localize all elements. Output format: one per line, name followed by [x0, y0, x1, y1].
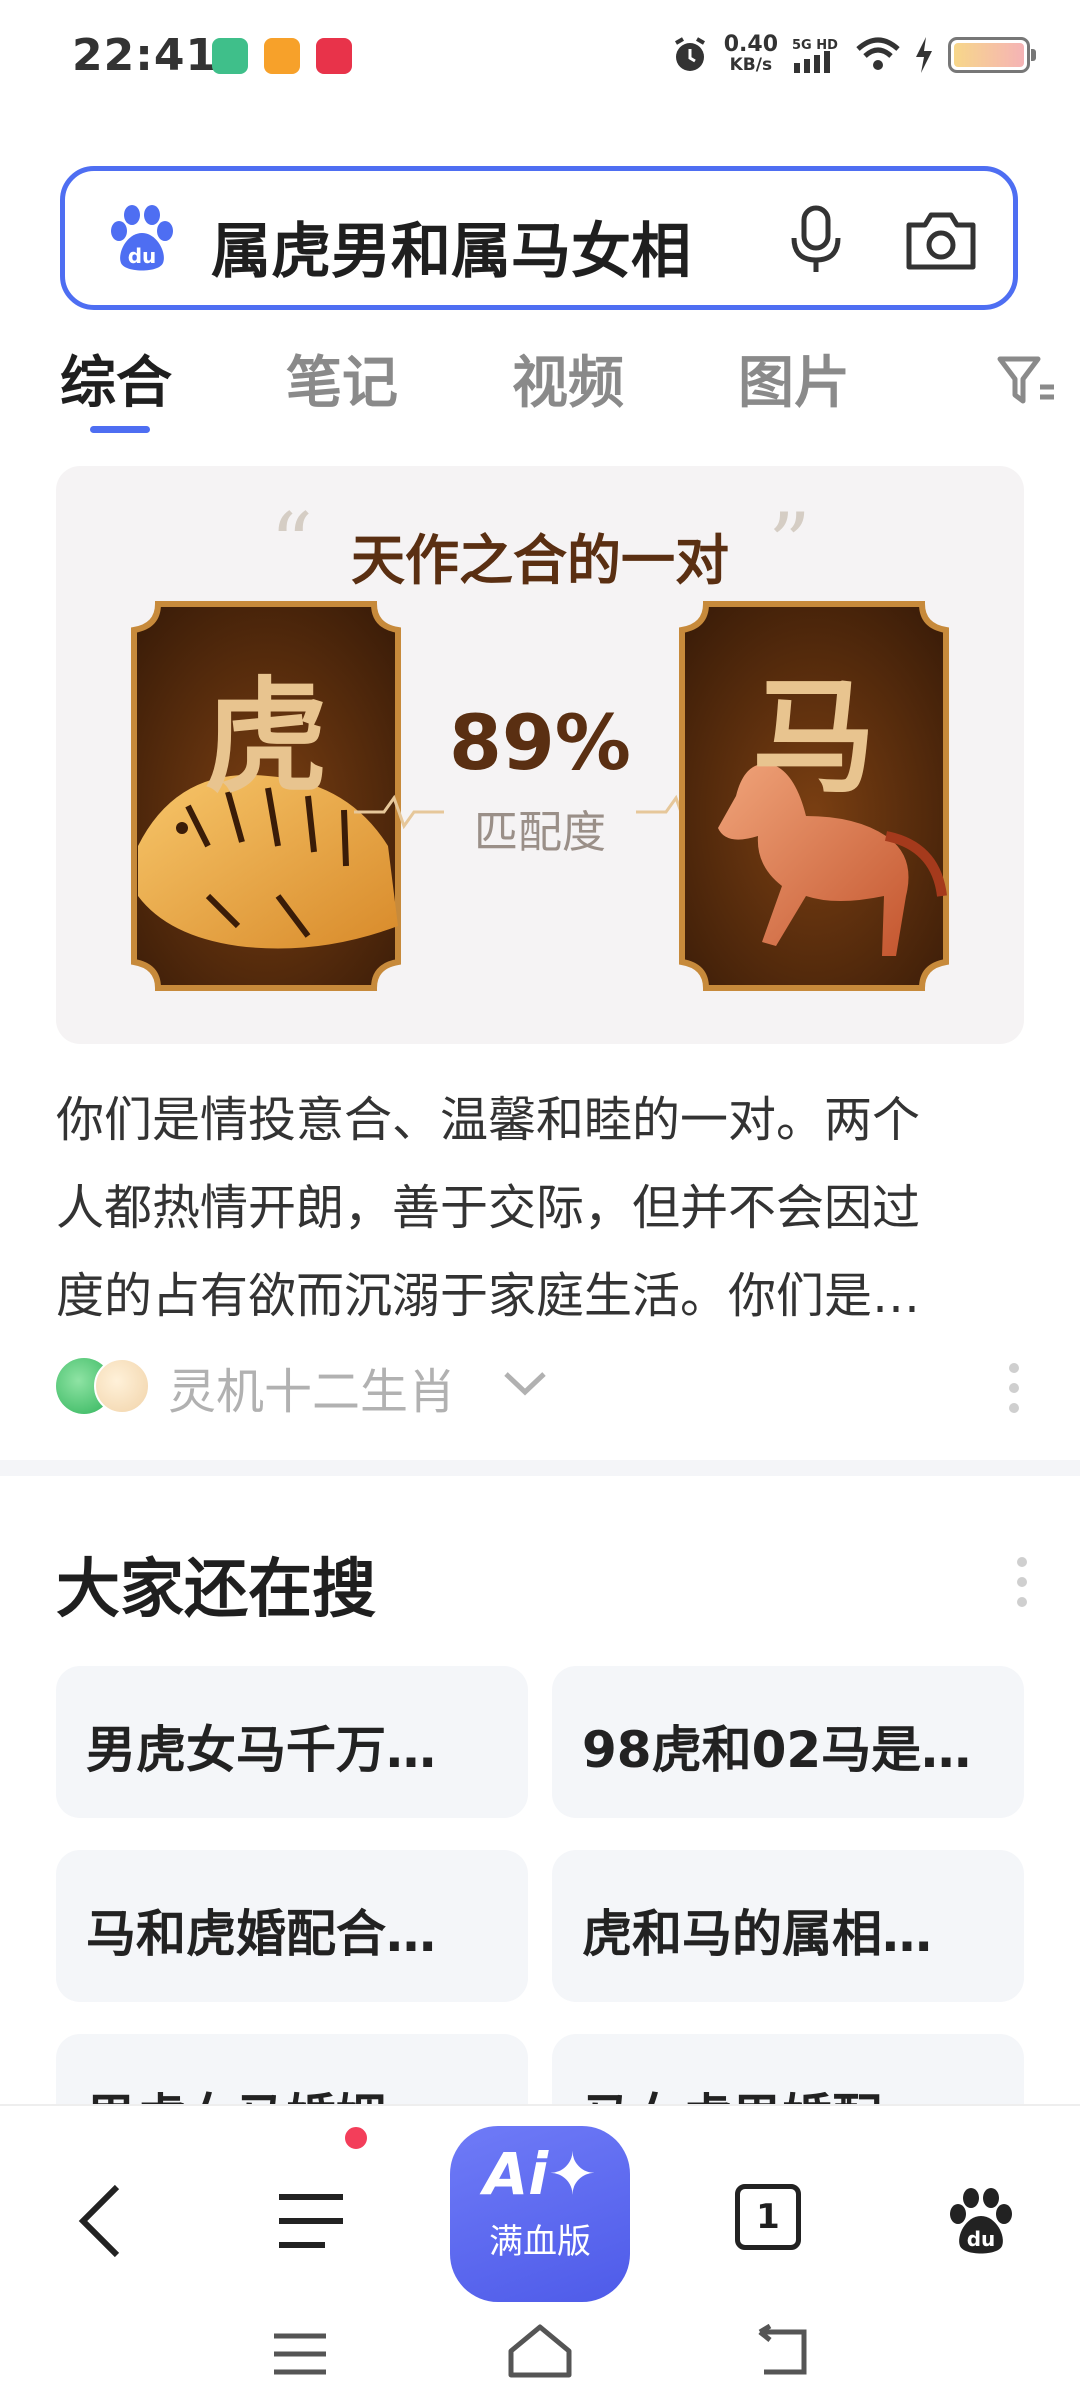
related-title: 大家还在搜 [56, 1553, 376, 1627]
wifi-icon [856, 37, 900, 70]
battery-icon [948, 37, 1036, 73]
related-search-chip[interactable]: 男虎女马千万… [56, 1666, 528, 1818]
match-label: 匹配度 [474, 807, 606, 858]
horse-zodiac-frame: 马 [666, 596, 962, 996]
related-search-chip[interactable]: 马和虎婚配合… [56, 1850, 528, 2002]
svg-text:du: du [128, 244, 157, 268]
battery-fill [954, 43, 1024, 67]
source-name[interactable]: 灵机十二生肖 [168, 1352, 456, 1422]
search-box[interactable]: du 属虎男和属马女相 [60, 166, 1018, 310]
match-hero[interactable]: “ 天作之合的一对 ” 虎 89% 匹配度 马 [56, 466, 1024, 1044]
wifi-app-icon [212, 38, 248, 74]
filter-button[interactable] [992, 346, 1062, 416]
network-speed: 0.40 KB/s [723, 32, 778, 76]
system-recents-button[interactable] [260, 2324, 340, 2384]
system-home-button[interactable] [500, 2316, 580, 2386]
network-speed-value: 0.40 [723, 32, 778, 57]
charging-icon [916, 37, 932, 73]
image-search-button[interactable] [891, 195, 991, 285]
baidu-paw-icon[interactable]: du [105, 201, 179, 275]
back-arrow-icon [78, 2184, 120, 2258]
chevron-down-icon[interactable] [502, 1368, 548, 1398]
heart-app-icon [316, 38, 352, 74]
search-input[interactable]: 属虎男和属马女相 [211, 203, 811, 290]
system-back-button[interactable] [742, 2320, 822, 2384]
camera-icon [906, 212, 976, 270]
notification-dot [342, 2124, 370, 2152]
source-row: 灵机十二生肖 [56, 1352, 1024, 1422]
match-percentage: 89% [449, 698, 631, 787]
related-search-chip[interactable]: 男虎女马婚姻… [56, 2034, 528, 2104]
more-options-icon[interactable] [1004, 1358, 1024, 1418]
ai-assistant-button[interactable]: Ai✦ 满血版 [450, 2126, 630, 2302]
related-searches: 大家还在搜 男虎女马千万… 98虎和02马是… 马和虎婚配合… 虎和马的属相… … [0, 1476, 1080, 2104]
return-icon [758, 2324, 807, 2375]
menu-icon [279, 2194, 343, 2248]
cellular-signal-icon: 5G HD [792, 38, 838, 73]
network-speed-unit: KB/s [729, 55, 773, 75]
tab-all[interactable]: 综合 [60, 338, 172, 419]
home-icon [508, 2324, 572, 2378]
result-tabs: 综合 笔记 视频 图片 [0, 338, 1080, 438]
svg-text:du: du [967, 2227, 996, 2251]
filter-icon [997, 356, 1054, 404]
related-search-chip[interactable]: 马女虎男婚配… [552, 2034, 1024, 2104]
status-bar: 22:41 0.40 KB/s 5G HD [0, 0, 1080, 110]
tab-notes[interactable]: 笔记 [286, 338, 398, 419]
recents-icon [274, 2333, 326, 2375]
tabs-button[interactable]: 1 [735, 2184, 801, 2250]
summary-line: 人都热情开朗，善于交际，但并不会因过 [56, 1180, 921, 1236]
back-button[interactable] [60, 2176, 140, 2266]
heartbeat-line-left [354, 794, 444, 830]
tiger-zodiac-label: 虎 [203, 665, 328, 810]
baidu-home-button[interactable]: du [936, 2176, 1026, 2266]
bottom-navigation: Ai✦ 满血版 1 du [0, 2104, 1080, 2400]
ai-label: 满血版 [489, 2222, 591, 2262]
voice-search-button[interactable] [771, 195, 861, 285]
source-avatar-secondary [94, 1358, 150, 1414]
baidu-paw-icon: du [950, 2188, 1012, 2254]
related-search-chip[interactable]: 98虎和02马是… [552, 1666, 1024, 1818]
ai-logo: Ai✦ [483, 2140, 597, 2208]
video-app-icon [264, 38, 300, 74]
close-quote-icon: ” [768, 495, 811, 593]
summary-line: 你们是情投意合、温馨和睦的一对。两个 [56, 1092, 921, 1148]
status-time: 22:41 [72, 30, 218, 81]
status-indicators: 0.40 KB/s 5G HD [670, 30, 1036, 80]
menu-button[interactable] [266, 2176, 356, 2266]
active-tab-indicator [90, 426, 150, 433]
tab-videos[interactable]: 视频 [512, 338, 624, 419]
summary-line: 度的占有欲而沉溺于家庭生活。你们是… [56, 1268, 921, 1324]
microphone-icon [791, 205, 841, 272]
search-header: du 属虎男和属马女相 综合 笔记 视频 图片 [0, 110, 1080, 440]
hero-title: 天作之合的一对 [351, 529, 729, 592]
zodiac-match-card[interactable]: “ 天作之合的一对 ” 虎 89% 匹配度 马 你们是情投意合、温馨和睦的一对。… [0, 440, 1080, 1460]
tab-images[interactable]: 图片 [738, 338, 850, 419]
more-options-icon[interactable] [1012, 1552, 1032, 1612]
horse-zodiac-label: 马 [751, 665, 876, 810]
match-summary[interactable]: 你们是情投意合、温馨和睦的一对。两个 人都热情开朗，善于交际，但并不会因过 度的… [56, 1076, 1024, 1340]
related-search-chip[interactable]: 虎和马的属相… [552, 1850, 1024, 2002]
alarm-icon [674, 37, 705, 71]
network-type-label: 5G HD [792, 38, 838, 53]
